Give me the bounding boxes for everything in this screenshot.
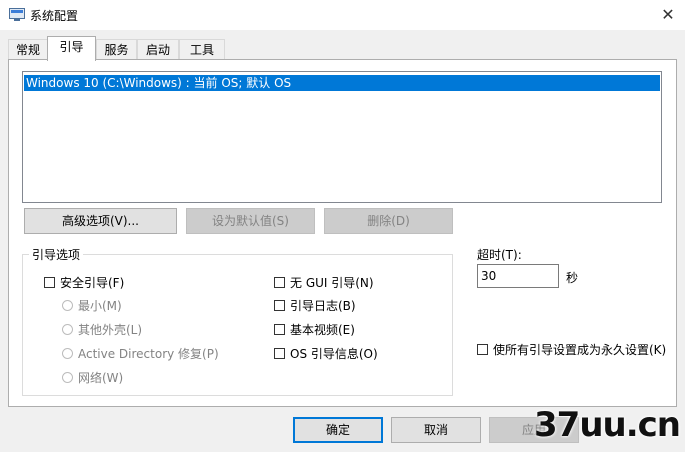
boot-log-checkbox[interactable] bbox=[274, 300, 285, 311]
minimal-radio[interactable] bbox=[62, 300, 73, 311]
timeout-unit: 秒 bbox=[566, 271, 579, 285]
os-list-item[interactable]: Windows 10 (C:\Windows) : 当前 OS; 默认 OS bbox=[24, 75, 660, 91]
network-label: 网络(W) bbox=[78, 371, 124, 385]
make-permanent-checkbox[interactable] bbox=[477, 344, 488, 355]
delete-button[interactable]: 删除(D) bbox=[324, 208, 453, 234]
watermark-text: 37uu.cn bbox=[534, 405, 681, 445]
tab-tools[interactable]: 工具 bbox=[179, 39, 225, 59]
active-directory-label: Active Directory 修复(P) bbox=[78, 347, 219, 361]
boot-log-label: 引导日志(B) bbox=[290, 299, 356, 313]
tab-startup[interactable]: 启动 bbox=[137, 39, 179, 59]
set-default-button[interactable]: 设为默认值(S) bbox=[186, 208, 315, 234]
advanced-options-button[interactable]: 高级选项(V)... bbox=[24, 208, 177, 234]
window-title: 系统配置 bbox=[30, 9, 79, 23]
ok-button[interactable]: 确定 bbox=[293, 417, 383, 443]
os-boot-info-label: OS 引导信息(O) bbox=[290, 347, 378, 361]
tab-services[interactable]: 服务 bbox=[96, 39, 137, 59]
close-icon[interactable]: ✕ bbox=[657, 4, 679, 26]
tab-boot[interactable]: 引导 bbox=[47, 36, 96, 61]
make-permanent-label: 使所有引导设置成为永久设置(K) bbox=[493, 343, 667, 357]
boot-options-label: 引导选项 bbox=[29, 246, 84, 263]
no-gui-boot-label: 无 GUI 引导(N) bbox=[290, 276, 374, 290]
alternate-shell-radio[interactable] bbox=[62, 324, 73, 335]
no-gui-boot-checkbox[interactable] bbox=[274, 277, 285, 288]
timeout-label: 超时(T): bbox=[477, 248, 522, 262]
os-boot-info-checkbox[interactable] bbox=[274, 348, 285, 359]
title-bar bbox=[0, 0, 685, 30]
msconfig-icon bbox=[9, 8, 25, 22]
safe-boot-checkbox[interactable] bbox=[44, 277, 55, 288]
safe-boot-label: 安全引导(F) bbox=[60, 276, 125, 290]
timeout-input[interactable]: 30 bbox=[477, 264, 559, 288]
base-video-checkbox[interactable] bbox=[274, 324, 285, 335]
os-list[interactable]: Windows 10 (C:\Windows) : 当前 OS; 默认 OS bbox=[22, 71, 662, 203]
cancel-button[interactable]: 取消 bbox=[391, 417, 481, 443]
active-directory-radio[interactable] bbox=[62, 348, 73, 359]
tab-general[interactable]: 常规 bbox=[8, 39, 48, 59]
base-video-label: 基本视频(E) bbox=[290, 323, 355, 337]
minimal-label: 最小(M) bbox=[78, 299, 122, 313]
network-radio[interactable] bbox=[62, 372, 73, 383]
alternate-shell-label: 其他外壳(L) bbox=[78, 323, 143, 337]
